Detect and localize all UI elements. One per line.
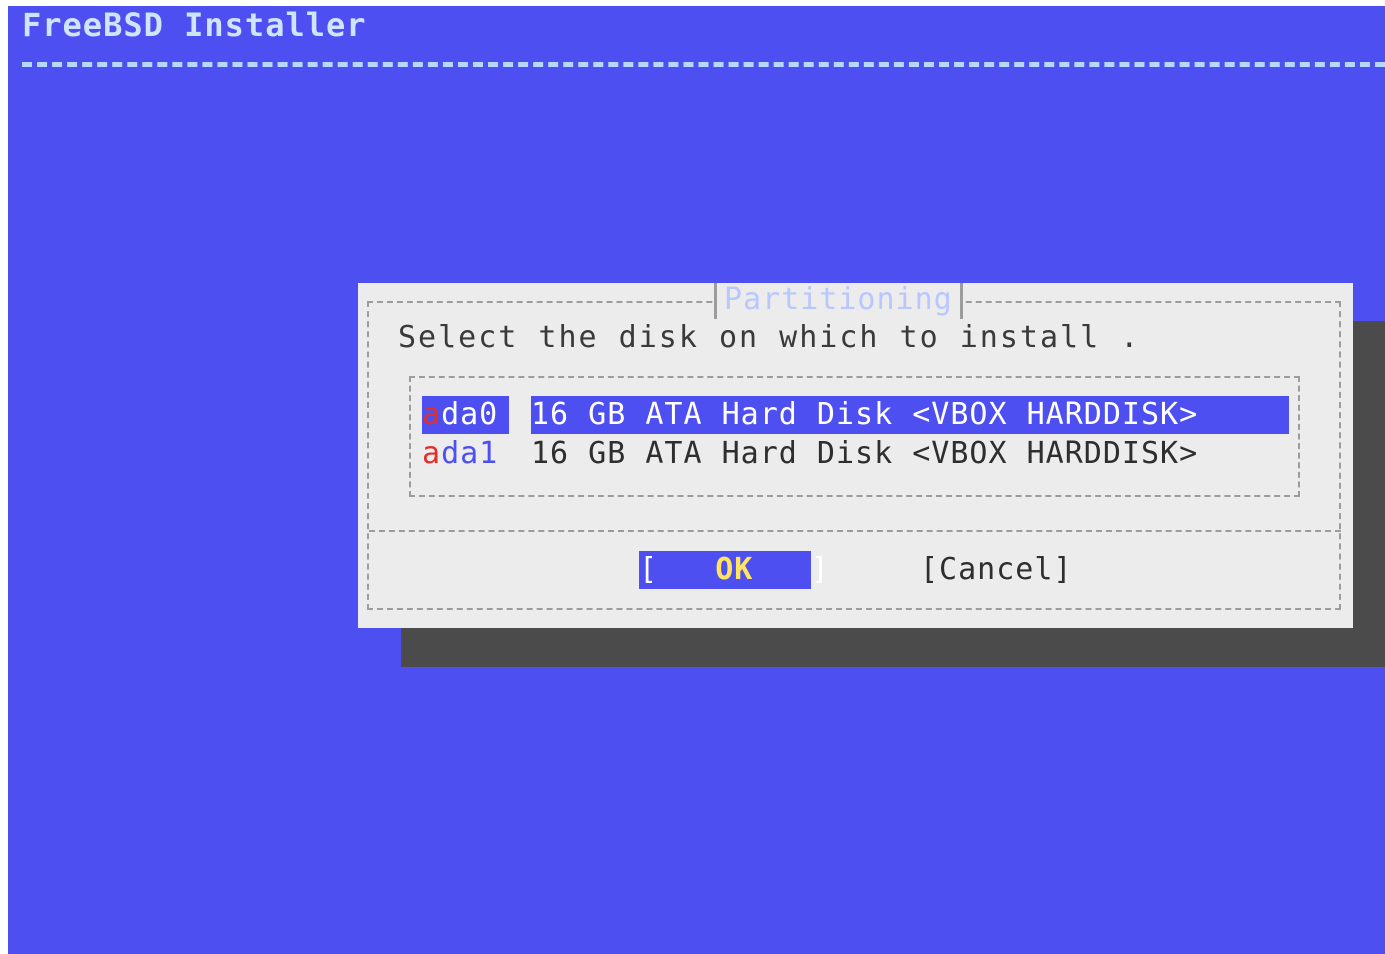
disk-option-ada0[interactable]: ada0 16 GB ATA Hard Disk <VBOX HARDDISK> bbox=[422, 396, 1289, 434]
ok-button[interactable]: [ OK ] bbox=[639, 551, 829, 589]
disk-name: ada1 bbox=[422, 435, 509, 473]
app-title: FreeBSD Installer bbox=[22, 6, 367, 44]
dialog-title: Partitioning bbox=[714, 283, 963, 319]
ok-bracket-open: [ bbox=[639, 552, 659, 587]
ok-bracket-close: ] bbox=[810, 552, 830, 587]
disk-option-ada1[interactable]: ada1 16 GB ATA Hard Disk <VBOX HARDDISK> bbox=[422, 435, 1197, 473]
title-divider bbox=[22, 62, 1385, 67]
disk-name-rest: da0 bbox=[441, 397, 499, 432]
installer-screen: FreeBSD Installer Partitioning Select th… bbox=[8, 6, 1385, 954]
disk-description: 16 GB ATA Hard Disk <VBOX HARDDISK> bbox=[531, 436, 1199, 471]
button-divider bbox=[369, 530, 1341, 532]
dialog-prompt: Select the disk on which to install . bbox=[398, 320, 1141, 355]
disk-name-rest: da1 bbox=[441, 436, 499, 471]
partitioning-dialog: Partitioning Select the disk on which to… bbox=[358, 283, 1353, 628]
disk-hotkey: a bbox=[422, 397, 442, 432]
disk-name: ada0 bbox=[422, 396, 509, 434]
ok-label: OK bbox=[715, 552, 754, 587]
cancel-button[interactable]: [Cancel] bbox=[920, 551, 1073, 589]
disk-hotkey: a bbox=[422, 436, 442, 471]
disk-description: 16 GB ATA Hard Disk <VBOX HARDDISK> bbox=[531, 396, 1289, 434]
